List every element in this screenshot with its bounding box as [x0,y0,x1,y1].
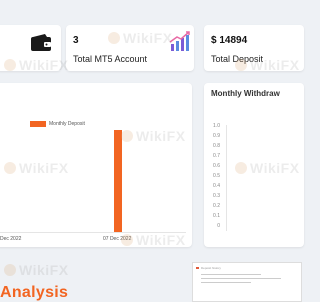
y-tick-label: 0.9 [213,133,220,139]
y-tick-label: 0.7 [213,153,220,159]
wallet-icon [31,34,51,51]
y-tick-label: 0.1 [213,213,220,219]
y-tick-label: 0 [217,223,220,229]
watermark: WikiFX [121,232,186,248]
chart-bar-07-dec-2022 [114,130,122,232]
watermark: WikiFX [235,160,300,176]
watermark: WikiFX [108,30,173,46]
watermark: WikiFX [4,160,69,176]
mt5-account-count: 3 [73,35,79,46]
watermark: WikiFX [121,128,186,144]
watermark: WikiFX [235,57,300,73]
deposit-history-thumbnail[interactable]: Deposit history [192,262,302,302]
legend-label-monthly-deposit: Monthly Deposit [49,121,85,127]
y-tick-label: 0.8 [213,143,220,149]
y-tick-label: 0.5 [213,173,220,179]
watermark: WikiFX [4,57,69,73]
total-deposit-value: $ 14894 [211,35,248,46]
x-tick-label: Dec 2022 [0,236,22,242]
thumbnail-bar [196,267,199,269]
thumbnail-row [201,274,261,275]
y-tick-label: 0.4 [213,183,220,189]
thumbnail-header: Deposit history [201,266,221,270]
y-tick-label: 0.2 [213,203,220,209]
withdraw-y-axis-line [226,125,227,231]
legend-swatch-monthly-deposit [30,121,46,127]
watermark: WikiFX [4,262,69,278]
withdraw-chart-title: Monthly Withdraw [211,89,280,98]
y-tick-label: 0.3 [213,193,220,199]
y-tick-label: 0.6 [213,163,220,169]
withdraw-y-axis: 1.0 0.9 0.8 0.7 0.6 0.5 0.4 0.3 0.2 0.1 … [204,123,226,233]
thumbnail-row [201,282,251,283]
mt5-account-label: Total MT5 Account [73,54,148,64]
thumbnail-row [201,278,281,279]
y-tick-label: 1.0 [213,123,220,129]
analysis-section-heading: Analysis [0,284,69,301]
